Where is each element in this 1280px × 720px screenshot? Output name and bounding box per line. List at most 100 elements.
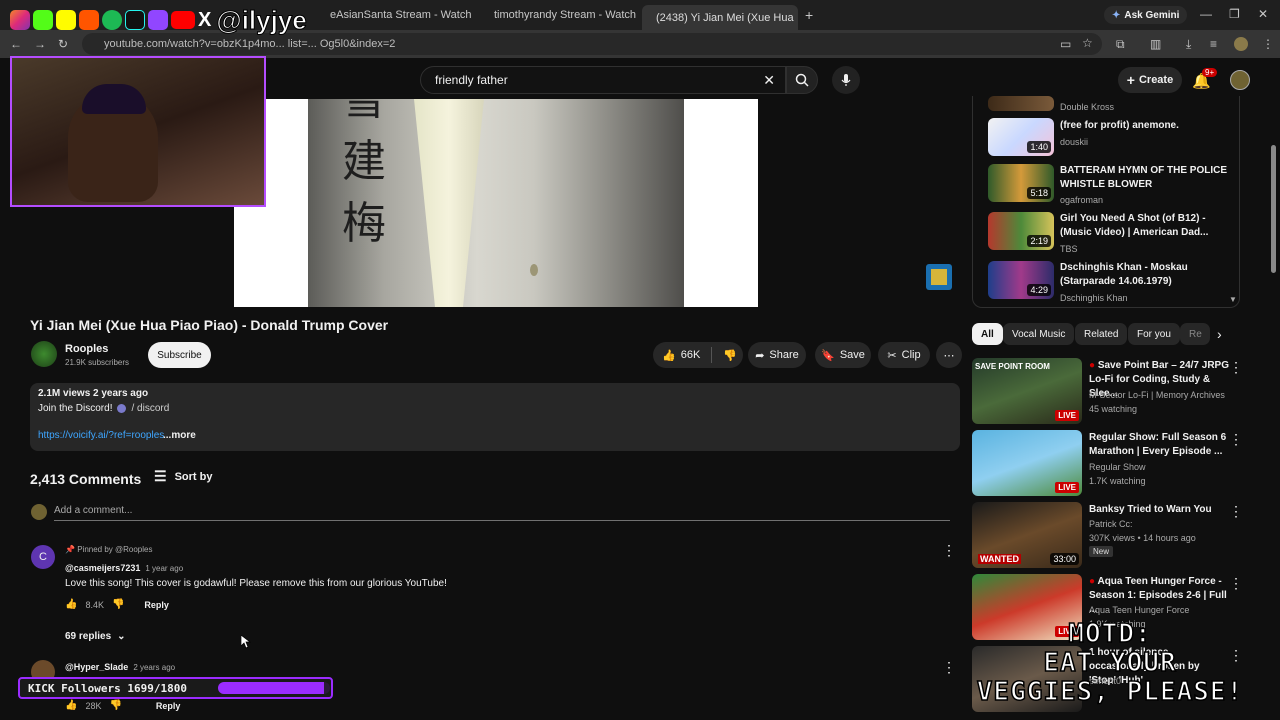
search-query: friendly father xyxy=(435,73,508,87)
download-icon[interactable]: ⤓ xyxy=(1186,37,1191,52)
sidebar-icon[interactable]: ▥ xyxy=(1150,37,1161,51)
save-button[interactable]: 🔖 Save xyxy=(815,342,871,368)
rec-menu-icon[interactable]: ⋮ xyxy=(1229,359,1243,376)
rec-menu-icon[interactable]: ⋮ xyxy=(1229,431,1243,448)
social-overlay-banner: X @ilyjye xyxy=(0,0,360,40)
chip-for-you[interactable]: For you xyxy=(1128,323,1180,345)
tab-timothyrandy[interactable]: timothyrandy Stream - Watch L ✕ xyxy=(488,5,638,25)
rec-menu-icon[interactable]: ⋮ xyxy=(1229,575,1243,592)
playlist-thumb[interactable]: 2:19 xyxy=(988,212,1054,250)
profile-avatar[interactable] xyxy=(1234,37,1248,51)
commenter-avatar[interactable]: C xyxy=(31,545,55,569)
kick-icon xyxy=(33,10,53,30)
comment-like-count: 8.4K xyxy=(85,599,104,610)
ask-gemini-button[interactable]: ✦ Ask Gemini xyxy=(1104,6,1188,24)
rec-meta: 1.7K watching xyxy=(1089,476,1146,486)
minimize-icon[interactable]: — xyxy=(1200,7,1212,21)
thumb-text: WANTED xyxy=(978,554,1021,564)
live-badge: LIVE xyxy=(1055,410,1079,421)
clear-search-icon[interactable]: ✕ xyxy=(763,72,775,89)
clip-button[interactable]: ✂ Clip xyxy=(878,342,930,368)
channel-name[interactable]: Rooples xyxy=(65,343,108,355)
duration: 4:29 xyxy=(1027,284,1051,296)
webcam-overlay xyxy=(10,56,266,207)
rec-title[interactable]: Banksy Tried to Warn You xyxy=(1089,503,1229,517)
playlist-title[interactable]: (free for profit) anemone. xyxy=(1060,119,1230,133)
playlist-channel: douskii xyxy=(1060,137,1089,147)
thumbs-up-icon[interactable]: 👍 xyxy=(65,700,77,711)
thumbs-down-icon[interactable]: 👎 xyxy=(109,700,121,711)
create-button[interactable]: + Create xyxy=(1118,67,1182,93)
duration: 5:18 xyxy=(1027,187,1051,199)
playlist-thumb[interactable]: 5:18 xyxy=(988,164,1054,202)
sort-icon: ☰ xyxy=(154,468,167,484)
live-badge: LIVE xyxy=(1055,482,1079,493)
extensions-icon[interactable]: ⧉ xyxy=(1116,37,1125,52)
chip-related[interactable]: Related xyxy=(1075,323,1128,345)
search-button[interactable] xyxy=(786,66,818,94)
maximize-icon[interactable]: ❐ xyxy=(1229,7,1240,21)
playlist-channel: Dschinghis Khan xyxy=(1060,293,1128,303)
discord-link[interactable]: / discord xyxy=(131,403,169,414)
rec-thumb[interactable]: SAVE POINT ROOM LIVE xyxy=(972,358,1082,424)
account-avatar[interactable] xyxy=(1230,70,1250,90)
share-button[interactable]: ➦ Share xyxy=(748,342,806,368)
playlist-thumb[interactable]: 1:40 xyxy=(988,118,1054,156)
spotify-icon xyxy=(102,10,122,30)
replies-toggle[interactable]: 69 replies ⌄ xyxy=(65,631,126,642)
comment-handle[interactable]: @casmeijers7231 xyxy=(65,563,140,573)
reply-button[interactable]: Reply xyxy=(156,701,181,711)
voice-search-button[interactable] xyxy=(832,66,860,94)
scroll-down-icon[interactable]: ▼ xyxy=(1229,295,1237,304)
playlist-thumb[interactable] xyxy=(988,96,1054,111)
chip-recent[interactable]: Re xyxy=(1180,323,1210,345)
kick-followers-label: KICK Followers 1699/1800 xyxy=(28,681,187,695)
new-tab-icon[interactable]: + xyxy=(805,7,813,23)
more-link[interactable]: ...more xyxy=(163,430,196,441)
bookmark-star-icon[interactable]: ☆ xyxy=(1082,36,1093,50)
motd-overlay: MOTD: EAT YOUR VEGGIES, PLEASE! xyxy=(976,619,1244,708)
voicify-link[interactable]: https://voicify.ai/?ref=rooples xyxy=(38,430,164,441)
playlist-title[interactable]: Dschinghis Khan - Moskau (Starparade 14.… xyxy=(1060,261,1230,289)
rec-thumb[interactable]: WANTED 33:00 xyxy=(972,502,1082,568)
notifications-button[interactable]: 🔔 9+ xyxy=(1192,68,1218,91)
cast-icon[interactable]: ▭ xyxy=(1060,37,1071,51)
menu-icon[interactable]: ⋮ xyxy=(1262,37,1274,51)
subscribe-button[interactable]: Subscribe xyxy=(148,342,211,368)
reply-button[interactable]: Reply xyxy=(144,600,169,610)
video-player[interactable]: 雪 建 梅 xyxy=(234,99,758,307)
rec-menu-icon[interactable]: ⋮ xyxy=(1229,503,1243,520)
rec-thumb[interactable]: LIVE xyxy=(972,430,1082,496)
divider xyxy=(711,347,713,363)
ask-gemini-label: Ask Gemini xyxy=(1124,9,1180,21)
thumbs-up-icon[interactable]: 👍 xyxy=(65,599,77,610)
duration: 1:40 xyxy=(1027,141,1051,153)
playlist-thumb[interactable]: 4:29 xyxy=(988,261,1054,299)
media-icon[interactable]: ≡ xyxy=(1210,37,1217,51)
rec-channel: Regular Show xyxy=(1089,462,1146,472)
chip-all[interactable]: All xyxy=(972,323,1003,345)
chip-vocal-music[interactable]: Vocal Music xyxy=(1003,323,1075,345)
tab-youtube-active[interactable]: (2438) Yi Jian Mei (Xue Hua 🔊 ✕ xyxy=(642,5,798,30)
comment-actions: 👍 28K 👎 Reply xyxy=(65,700,180,711)
more-actions-button[interactable]: ⋯ xyxy=(936,342,962,368)
playlist-title[interactable]: Girl You Need A Shot (of B12) - (Music V… xyxy=(1060,212,1230,240)
comment-menu-icon[interactable]: ⋮ xyxy=(942,542,956,559)
close-window-icon[interactable]: ✕ xyxy=(1258,7,1268,21)
page-scrollbar-thumb[interactable] xyxy=(1271,145,1276,273)
add-comment-input[interactable]: Add a comment... xyxy=(54,505,950,521)
comment-time[interactable]: 2 years ago xyxy=(133,663,175,672)
description-box[interactable]: 2.1M views 2 years ago Join the Discord!… xyxy=(30,383,960,451)
subscriber-count: 21.9K subscribers xyxy=(65,358,130,367)
sort-by-button[interactable]: ☰ Sort by xyxy=(154,468,212,485)
dislike-button[interactable]: 👎 xyxy=(723,349,737,362)
like-button[interactable]: 👍 66K xyxy=(662,349,700,362)
playlist-title[interactable]: BATTERAM HYMN OF THE POLICE WHISTLE BLOW… xyxy=(1060,164,1230,192)
channel-avatar[interactable] xyxy=(31,341,57,367)
thumbs-down-icon[interactable]: 👎 xyxy=(112,599,124,610)
search-input[interactable]: friendly father ✕ xyxy=(420,66,786,94)
comment-time[interactable]: 1 year ago xyxy=(145,564,183,573)
chevron-right-icon[interactable]: › xyxy=(1217,326,1222,342)
rec-title[interactable]: Regular Show: Full Season 6 Marathon | E… xyxy=(1089,431,1229,459)
comment-handle[interactable]: @Hyper_Slade xyxy=(65,662,128,672)
